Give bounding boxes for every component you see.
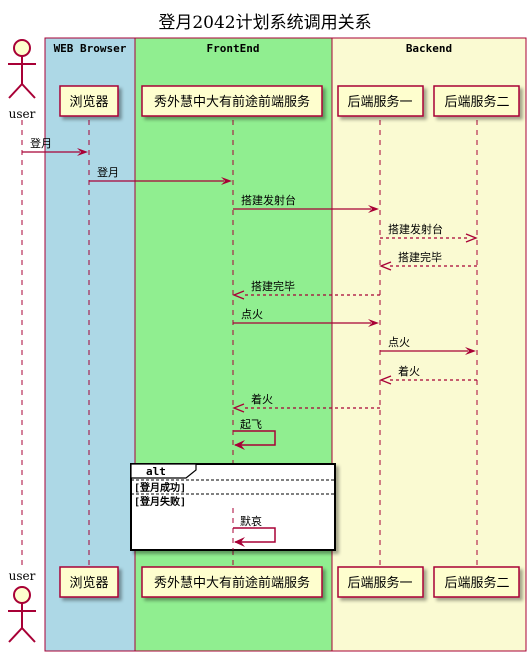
participant-label: 浏览器 [69,94,108,110]
message-label: 搭建发射台 [388,222,443,236]
alt-frame: alt [登月成功] [登月失败] 默哀 [130,463,336,551]
alt-guard-failure: [登月失败] [134,495,186,508]
message-label: 搭建完毕 [251,279,295,293]
message-label: 着火 [251,392,273,406]
actor-head [13,39,31,57]
participant-label: 后端服务二 [444,575,509,591]
participant-browser-bottom: 浏览器 [59,566,119,598]
participant-label: 浏览器 [69,575,108,591]
sequence-diagram: 登月2042计划系统调用关系 WEB Browser FrontEnd Back… [8,13,527,652]
participant-label: 秀外慧中大有前途前端服务 [154,575,310,591]
actor-leg-right [21,627,36,643]
message-label: 登月 [30,136,52,150]
box-web-browser [44,37,136,652]
box-web-browser-label: WEB Browser [54,42,127,55]
participant-browser-top: 浏览器 [59,85,119,117]
message-label: 点火 [241,308,263,321]
message-label: 默哀 [240,514,262,528]
alt-keyword: alt [146,465,166,478]
participant-backend1-bottom: 后端服务一 [337,566,424,598]
participant-frontend-top: 秀外慧中大有前途前端服务 [141,85,323,117]
participant-backend2-top: 后端服务二 [433,85,520,117]
box-group-layer: WEB Browser FrontEnd Backend [44,37,527,652]
diagram-title: 登月2042计划系统调用关系 [158,13,371,33]
box-backend [331,37,527,652]
actor-user-bottom-label: user [9,569,36,583]
participant-label: 后端服务一 [347,94,412,110]
participant-label: 秀外慧中大有前途前端服务 [154,94,310,110]
box-frontend-label: FrontEnd [207,42,260,55]
participant-frontend-bottom: 秀外慧中大有前途前端服务 [141,566,323,598]
alt-guard-success: [登月成功] [134,481,186,494]
participant-label: 后端服务一 [347,575,412,591]
participant-label: 后端服务二 [444,94,509,110]
actor-user-top-label: user [9,107,36,121]
actor-leg-right [21,83,36,99]
message-label: 搭建完毕 [398,250,442,264]
box-backend-label: Backend [406,42,452,55]
actor-head [13,586,31,604]
message-label: 起飞 [240,418,262,431]
actor-leg-left [8,627,23,643]
participant-backend1-top: 后端服务一 [337,85,424,117]
message-label: 点火 [388,336,410,349]
actor-user-top [8,39,36,99]
message-label: 搭建发射台 [241,193,296,207]
actor-leg-left [8,83,23,99]
actor-user-bottom [8,586,36,643]
participant-backend2-bottom: 后端服务二 [433,566,520,598]
message-label: 登月 [97,165,119,179]
message-label: 着火 [398,364,420,378]
